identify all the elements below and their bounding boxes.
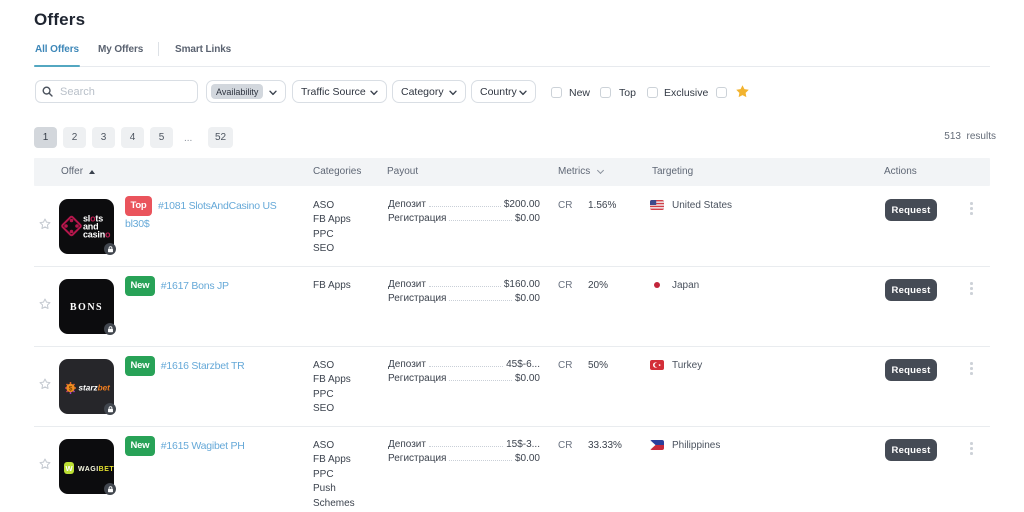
svg-text:$: $ <box>69 385 73 392</box>
svg-text:starzbet: starzbet <box>79 384 111 393</box>
svg-text:casino: casino <box>83 230 111 240</box>
